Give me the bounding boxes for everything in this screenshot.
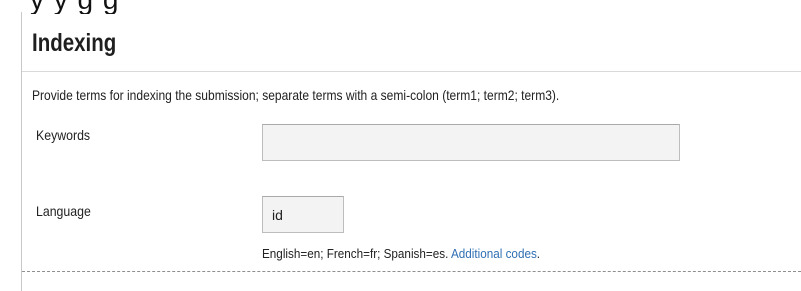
bottom-dashed-divider <box>22 271 801 272</box>
section-title: Indexing <box>32 29 117 57</box>
indexing-form-page: y y g g Indexing Provide terms for index… <box>0 0 801 291</box>
keywords-label: Keywords <box>36 127 91 143</box>
language-code-hint: English=en; French=fr; Spanish=es. Addit… <box>262 246 540 261</box>
hint-period: . <box>536 246 541 261</box>
language-code-examples: English=en; French=fr; Spanish=es. <box>262 246 451 261</box>
language-label: Language <box>36 203 91 219</box>
additional-codes-link[interactable]: Additional codes <box>451 246 537 261</box>
cropped-header-text: y y g g <box>0 0 801 14</box>
language-input[interactable] <box>262 196 344 233</box>
keywords-input[interactable] <box>262 124 680 161</box>
indexing-instructions: Provide terms for indexing the submissio… <box>32 87 560 103</box>
section-left-border <box>21 12 22 291</box>
cropped-header-fragment: y y g g <box>30 0 119 14</box>
title-divider <box>22 71 801 72</box>
